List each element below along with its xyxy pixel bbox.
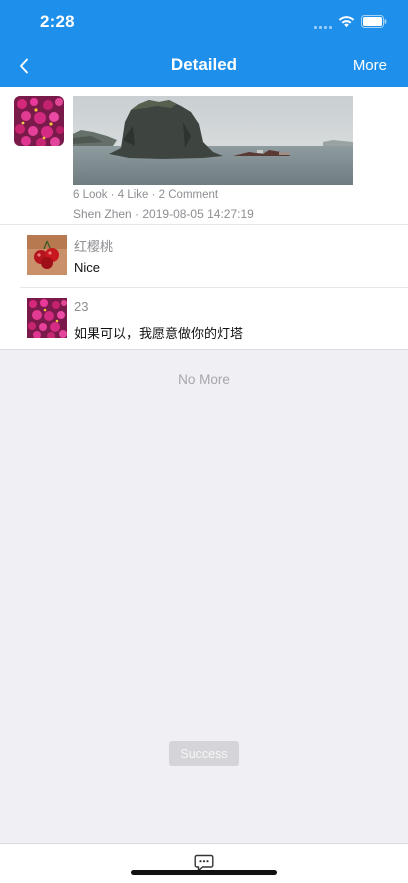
navigation-bar: Detailed More: [0, 44, 408, 87]
commenter-name: 红樱桃: [74, 239, 114, 254]
commenter-name: 23: [74, 299, 89, 314]
wifi-icon: [338, 16, 355, 28]
comment-text: Nice: [74, 260, 101, 275]
page-title: Detailed: [170, 55, 238, 74]
post-photo[interactable]: [73, 96, 353, 185]
comment-item[interactable]: 23 如果可以，我愿意做你的灯塔: [20, 287, 408, 349]
commenter-avatar[interactable]: [27, 235, 67, 275]
screen: 2:28 Detailed More 6 Look · 4 Like · 2 C…: [0, 0, 408, 883]
post-location-time: Shen Zhen · 2019-08-05 14:27:19: [73, 207, 254, 221]
post-stats: 6 Look · 4 Like · 2 Comment: [73, 189, 219, 201]
home-indicator: [131, 870, 277, 875]
author-avatar[interactable]: [14, 96, 64, 146]
status-bar: 2:28: [0, 0, 408, 44]
cellular-signal-icon: [314, 23, 334, 29]
comment-list: 红樱桃 Nice 23 如果可以，我愿意做你的灯塔: [0, 225, 408, 350]
post-card: 6 Look · 4 Like · 2 Comment Shen Zhen · …: [0, 87, 408, 225]
bottom-toolbar: [0, 843, 408, 883]
comment-item[interactable]: 红樱桃 Nice: [0, 225, 408, 287]
top-bar: 2:28 Detailed More: [0, 0, 408, 87]
success-toast: Success: [169, 741, 239, 766]
more-button[interactable]: More: [353, 57, 387, 74]
status-time: 2:28: [40, 12, 75, 31]
battery-icon: [361, 15, 387, 28]
commenter-avatar[interactable]: [27, 298, 67, 338]
no-more-label: No More: [178, 372, 230, 387]
comment-text: 如果可以，我愿意做你的灯塔: [74, 326, 244, 341]
